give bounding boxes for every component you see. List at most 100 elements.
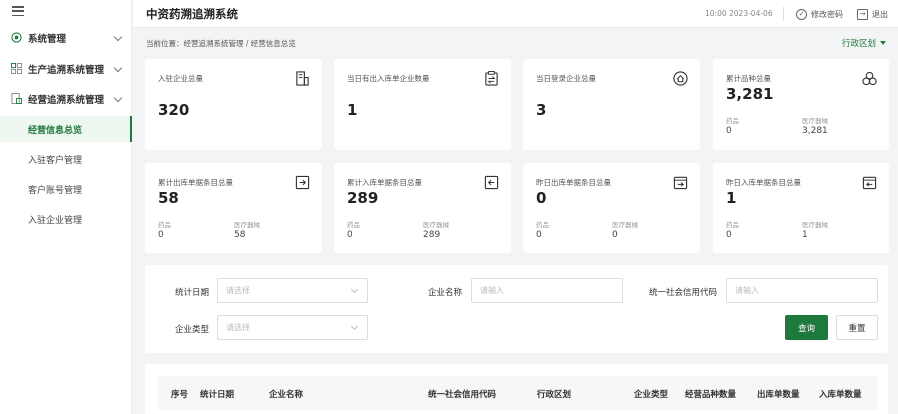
chevron-down-icon (113, 32, 123, 42)
app-title: 中资药溯追溯系统 (146, 7, 238, 21)
home-circle-icon (673, 71, 688, 86)
logout-button[interactable]: → 退出 (857, 7, 888, 21)
company-type-placeholder: 请选择 (226, 323, 250, 332)
query-button[interactable]: 查询 (785, 315, 828, 340)
stat-sub-value: 0 (347, 230, 353, 240)
stat-label: 当日登录企业总量 (536, 74, 596, 83)
stat-value: 289 (347, 189, 379, 207)
stat-sub-label: 医疗器械 (802, 117, 828, 125)
stat-date-placeholder: 请选择 (226, 286, 250, 295)
stat-card-daily-active-companies: 当日有出入库单企业数量 1 (334, 59, 511, 150)
stat-sub-value: 0 (536, 230, 542, 240)
stat-sub-label: 医疗器械 (423, 221, 449, 229)
logout-label: 退出 (872, 9, 888, 19)
stat-label: 昨日出库单据条目总量 (536, 178, 611, 187)
stat-sub-label: 药品 (536, 221, 549, 229)
sidebar-item-customer-management[interactable]: 入驻客户管理 (0, 146, 132, 172)
stat-label: 昨日入库单据条目总量 (726, 178, 801, 187)
header-divider (783, 7, 784, 21)
chevron-down-icon (350, 285, 359, 294)
three-circles-icon (862, 71, 877, 86)
stat-date-label: 统计日期 (175, 288, 210, 298)
stat-value: 0 (536, 189, 547, 207)
table-header-row: 序号 统计日期 企业名称 统一社会信用代码 行政区划 企业类型 经营品种数量 出… (158, 376, 878, 410)
stat-sub-label: 医疗器械 (234, 221, 260, 229)
header-datetime: 10:00 2023-04-06 (705, 9, 773, 18)
company-type-select[interactable]: 请选择 (217, 315, 368, 340)
stat-value: 3,281 (726, 85, 774, 103)
column-header-variety-count: 经营品种数量 (685, 390, 737, 400)
stat-value: 320 (158, 101, 190, 119)
calendar-export-icon (673, 176, 688, 190)
chevron-down-icon (113, 63, 123, 73)
stat-sub-label: 医疗器械 (802, 221, 828, 229)
chevron-down-icon (350, 322, 359, 331)
stat-sub-label: 药品 (347, 221, 360, 229)
column-header-company-name: 企业名称 (269, 390, 304, 400)
top-header: 中资药溯追溯系统 10:00 2023-04-06 ✓ 修改密码 → 退出 (133, 0, 898, 28)
company-name-input[interactable]: 请输入 (471, 278, 623, 303)
check-circle-icon: ✓ (796, 8, 807, 20)
stat-date-select[interactable]: 请选择 (217, 278, 368, 303)
stat-sub-label: 药品 (726, 117, 739, 125)
logout-icon: → (857, 8, 868, 20)
column-header-outbound-count: 出库单数量 (757, 390, 800, 400)
stat-value: 3 (536, 101, 547, 119)
sidebar-item-company-management[interactable]: 入驻企业管理 (0, 206, 132, 232)
sidebar-group-label: 经营追溯系统管理 (28, 95, 105, 106)
export-icon (295, 175, 310, 190)
stat-card-total-varieties: 累计品种总量 3,281 药品 0 医疗器械 3,281 (713, 59, 889, 150)
stat-card-total-outbound: 累计出库单据条目总量 58 药品 0 医疗器械 58 (145, 163, 322, 253)
sidebar: 系统管理 生产追溯系统管理 经营追溯系统管理 经营信息总览 入驻客户管理 客户账… (0, 0, 132, 414)
sidebar-group-production[interactable]: 生产追溯系统管理 (0, 58, 132, 80)
reset-button[interactable]: 重置 (836, 315, 878, 340)
stat-sub-value: 0 (726, 126, 732, 136)
sidebar-group-system[interactable]: 系统管理 (0, 27, 132, 49)
stat-sub-label: 医疗器械 (612, 221, 638, 229)
sidebar-item-business-overview[interactable]: 经营信息总览 (0, 116, 132, 142)
stat-sub-value: 3,281 (802, 126, 828, 136)
filter-panel: 统计日期 请选择 企业名称 请输入 统一社会信用代码 请输入 企业类型 请选择 … (145, 265, 888, 353)
breadcrumb: 当前位置：经营追溯系统管理 / 经营信息总览 (146, 39, 296, 48)
stat-card-yesterday-outbound: 昨日出库单据条目总量 0 药品 0 医疗器械 0 (523, 163, 700, 253)
company-name-label: 企业名称 (428, 288, 463, 298)
stat-value: 58 (158, 189, 179, 207)
clipboard-transfer-icon (485, 71, 498, 86)
change-password-button[interactable]: ✓ 修改密码 (796, 7, 843, 21)
sidebar-item-account-management[interactable]: 客户账号管理 (0, 176, 132, 202)
credit-code-input[interactable]: 请输入 (726, 278, 878, 303)
menu-toggle-icon[interactable] (12, 6, 24, 16)
stat-value: 1 (347, 101, 358, 119)
calendar-import-icon (862, 176, 877, 190)
sidebar-group-business[interactable]: 经营追溯系统管理 (0, 88, 132, 110)
stat-label: 累计入库单据条目总量 (347, 178, 422, 187)
company-name-placeholder: 请输入 (480, 286, 504, 295)
column-header-credit-code: 统一社会信用代码 (428, 390, 497, 400)
stat-sub-value: 58 (234, 230, 246, 240)
stat-value: 1 (726, 189, 737, 207)
credit-code-placeholder: 请输入 (735, 286, 759, 295)
stat-card-registered-companies: 入驻企业总量 320 (145, 59, 322, 150)
sidebar-group-label: 系统管理 (28, 34, 67, 45)
stat-sub-value: 0 (612, 230, 618, 240)
gear-icon (11, 32, 22, 43)
stat-card-total-inbound: 累计入库单据条目总量 289 药品 0 医疗器械 289 (334, 163, 511, 253)
app-root: 系统管理 生产追溯系统管理 经营追溯系统管理 经营信息总览 入驻客户管理 客户账… (0, 0, 898, 414)
region-selector-label: 行政区划 (842, 39, 877, 49)
results-table: 序号 统计日期 企业名称 统一社会信用代码 行政区划 企业类型 经营品种数量 出… (145, 364, 888, 414)
column-header-stat-date: 统计日期 (200, 390, 235, 400)
column-header-index: 序号 (171, 390, 189, 400)
stat-sub-value: 0 (158, 230, 164, 240)
chevron-down-icon (113, 93, 123, 103)
stat-sub-value: 0 (726, 230, 732, 240)
stat-sub-value: 289 (423, 230, 441, 240)
stat-label: 累计品种总量 (726, 74, 771, 83)
sidebar-group-label: 生产追溯系统管理 (28, 65, 105, 76)
stat-label: 入驻企业总量 (158, 74, 203, 83)
company-type-label: 企业类型 (175, 325, 210, 335)
region-selector[interactable]: 行政区划 (842, 37, 887, 49)
stat-sub-value: 1 (802, 230, 808, 240)
stat-label: 累计出库单据条目总量 (158, 178, 233, 187)
stat-sub-label: 药品 (726, 221, 739, 229)
stat-label: 当日有出入库单企业数量 (347, 74, 430, 83)
